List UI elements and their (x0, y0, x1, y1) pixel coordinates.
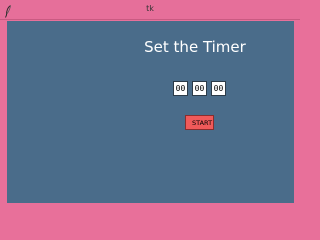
minutes-input[interactable] (192, 81, 207, 96)
title-bar[interactable]: tk (0, 0, 300, 20)
window-title: tk (146, 4, 154, 13)
page-title: Set the Timer (144, 38, 246, 56)
seconds-input[interactable] (211, 81, 226, 96)
hours-input[interactable] (173, 81, 188, 96)
start-button[interactable]: START (185, 115, 214, 130)
app-window: tk Set the Timer START (0, 0, 300, 210)
